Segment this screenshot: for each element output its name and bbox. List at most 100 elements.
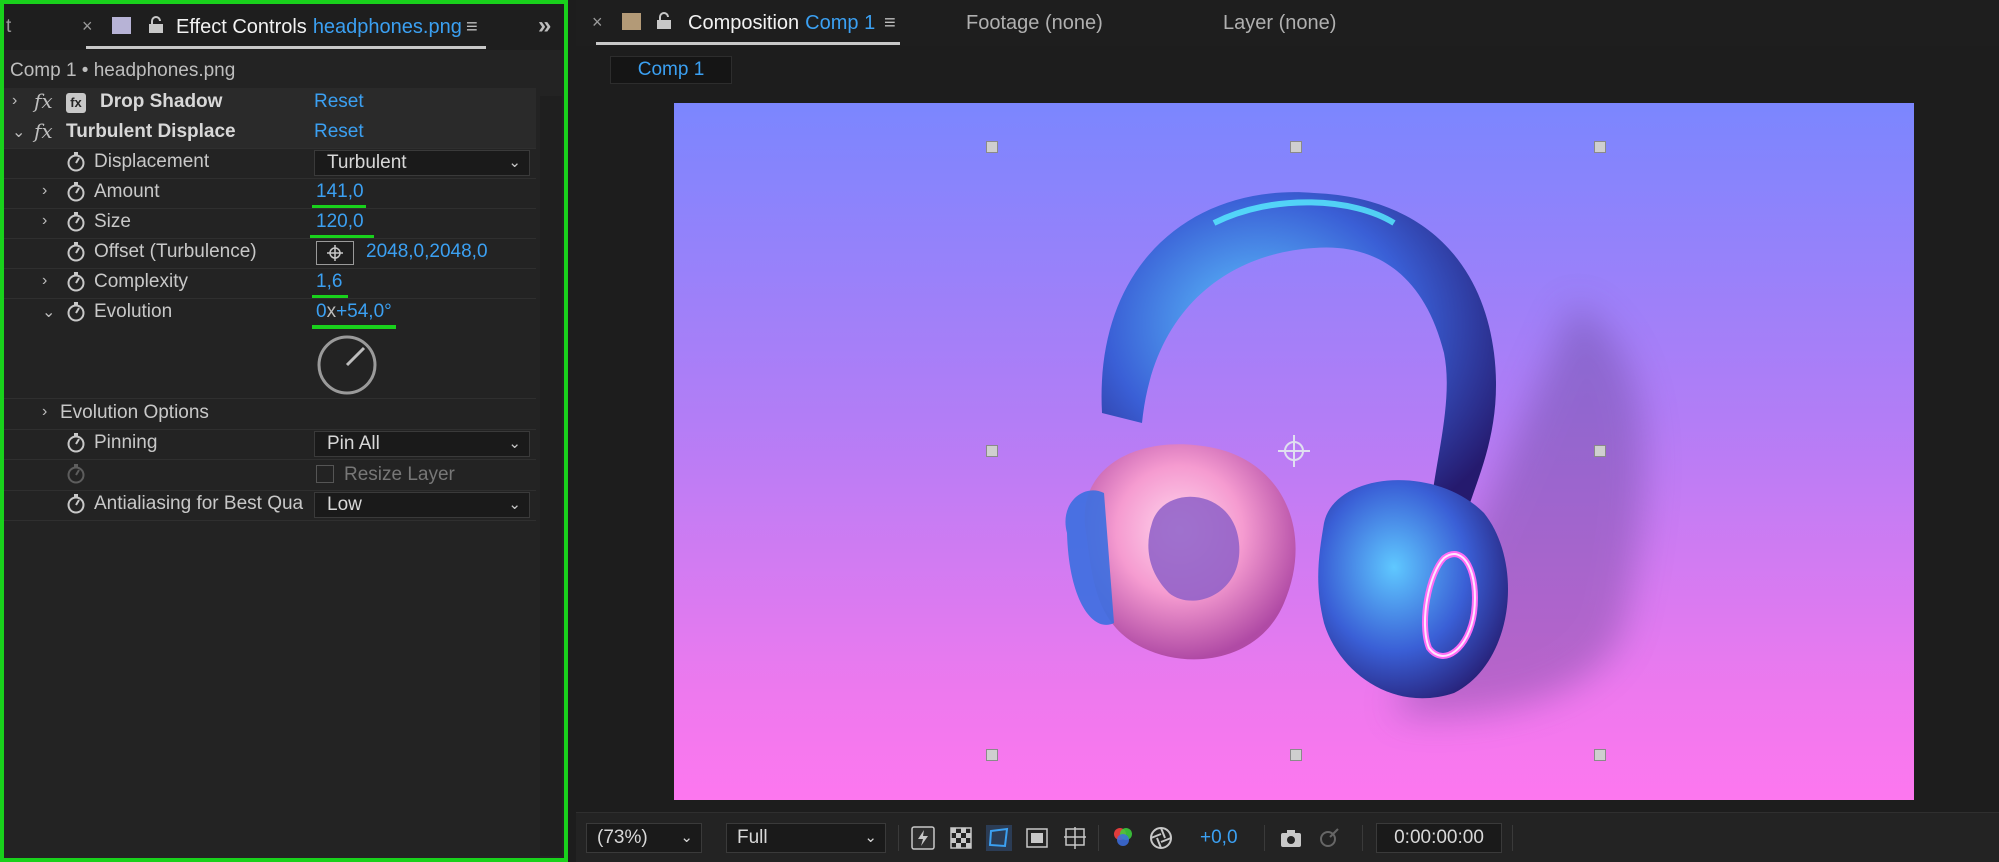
show-snapshot-icon[interactable]	[1316, 825, 1342, 851]
property-label: Amount	[94, 181, 160, 202]
viewer-toolbar: (73%) ⌄ Full ⌄ +0,0 0:00:00:00	[576, 812, 1999, 862]
current-time-display[interactable]: 0:00:00:00	[1376, 823, 1502, 853]
lock-icon[interactable]	[148, 16, 164, 39]
fx-icon[interactable]: fx	[34, 89, 53, 113]
more-panels-icon[interactable]: »	[538, 12, 551, 40]
comp-breadcrumb-button[interactable]: Comp 1	[610, 56, 732, 84]
chevron-down-icon: ⌄	[508, 435, 521, 452]
stopwatch-icon[interactable]	[66, 302, 86, 322]
panel-menu-icon[interactable]: ≡	[884, 12, 896, 35]
dropdown-value: Full	[737, 827, 768, 848]
transform-handle[interactable]	[1290, 141, 1302, 153]
evolution-dial[interactable]	[316, 334, 378, 396]
amount-value[interactable]: 141,0	[316, 181, 364, 203]
property-label: Complexity	[94, 271, 188, 292]
effect-controls-tab[interactable]: Effect Controls headphones.png	[176, 16, 462, 39]
effect-controls-title: Effect Controls	[176, 16, 307, 38]
comp-color-swatch	[622, 13, 641, 30]
stopwatch-icon	[66, 464, 86, 484]
stopwatch-icon[interactable]	[66, 272, 86, 292]
effect-row-drop-shadow[interactable]: › fx fx Drop Shadow Reset	[4, 88, 536, 118]
property-displacement: Displacement Turbulent ⌄	[4, 148, 536, 178]
grid-guides-icon[interactable]	[1062, 825, 1088, 851]
panel-scrollbar[interactable]	[540, 96, 562, 856]
chevron-right-icon[interactable]: ›	[42, 212, 56, 232]
property-group-evolution-options[interactable]: › Evolution Options	[4, 399, 536, 429]
magnification-dropdown[interactable]: (73%) ⌄	[586, 823, 702, 853]
tab-footage[interactable]: Footage (none)	[966, 12, 1103, 35]
transform-handle[interactable]	[1594, 445, 1606, 457]
composition-panel: × Composition Comp 1 ≡ Footage (none) Lay…	[576, 0, 1999, 862]
composition-viewer[interactable]	[588, 96, 1988, 812]
fx-icon[interactable]: fx	[34, 119, 53, 143]
divider	[1098, 825, 1099, 851]
transform-handle[interactable]	[1594, 749, 1606, 761]
composition-name: Comp 1	[805, 12, 876, 34]
transform-handle[interactable]	[986, 749, 998, 761]
exposure-reset-icon[interactable]	[1148, 825, 1174, 851]
transparency-grid-icon[interactable]	[948, 825, 974, 851]
transform-handle[interactable]	[986, 141, 998, 153]
chevron-down-icon: ⌄	[680, 829, 693, 846]
dropdown-value: (73%)	[597, 827, 648, 848]
stopwatch-icon[interactable]	[66, 494, 86, 514]
chevron-down-icon: ⌄	[508, 154, 521, 171]
composition-tab-bar: × Composition Comp 1 ≡ Footage (none) Lay…	[576, 0, 1999, 46]
evolution-revolutions: 0	[316, 301, 327, 322]
truncated-tab-label[interactable]: t	[6, 16, 11, 38]
tab-layer[interactable]: Layer (none)	[1223, 12, 1336, 35]
resize-layer-checkbox[interactable]	[316, 465, 334, 483]
region-of-interest-icon[interactable]	[1024, 825, 1050, 851]
transform-handle[interactable]	[1290, 749, 1302, 761]
divider	[4, 520, 536, 521]
camera-snapshot-icon[interactable]	[1278, 825, 1304, 851]
stopwatch-icon[interactable]	[66, 433, 86, 453]
mask-path-visibility-icon[interactable]	[986, 825, 1012, 851]
close-icon[interactable]: ×	[592, 12, 603, 33]
composition-tab[interactable]: Composition Comp 1	[688, 12, 875, 35]
composition-title: Composition	[688, 12, 800, 34]
complexity-value[interactable]: 1,6	[316, 271, 342, 293]
stopwatch-icon[interactable]	[66, 152, 86, 172]
reset-link[interactable]: Reset	[314, 91, 364, 113]
evolution-value[interactable]: 0x+54,0°	[316, 301, 392, 323]
lock-icon[interactable]	[656, 12, 672, 35]
displacement-dropdown[interactable]: Turbulent ⌄	[314, 150, 530, 176]
reset-link[interactable]: Reset	[314, 121, 364, 143]
property-offset: Offset (Turbulence) 2048,0,2048,0	[4, 238, 536, 268]
effect-badge-icon: fx	[66, 93, 86, 113]
stopwatch-icon[interactable]	[66, 182, 86, 202]
chevron-down-icon[interactable]: ⌄	[12, 122, 26, 142]
resolution-dropdown[interactable]: Full ⌄	[726, 823, 886, 853]
chevron-down-icon: ⌄	[508, 496, 521, 513]
property-label: Displacement	[94, 151, 210, 172]
chevron-right-icon[interactable]: ›	[42, 182, 56, 202]
panel-menu-icon[interactable]: ≡	[466, 16, 478, 39]
stopwatch-icon[interactable]	[66, 212, 86, 232]
channels-icon[interactable]	[1110, 825, 1136, 851]
size-value[interactable]: 120,0	[316, 211, 364, 233]
effect-row-turbulent-displace[interactable]: ⌄ fx Turbulent Displace Reset	[4, 118, 536, 148]
offset-value[interactable]: 2048,0,2048,0	[366, 241, 488, 263]
effect-name: Turbulent Displace	[66, 121, 236, 142]
chevron-right-icon[interactable]: ›	[42, 272, 56, 292]
transform-handle[interactable]	[986, 445, 998, 457]
chevron-right-icon[interactable]: ›	[12, 92, 26, 112]
pinning-dropdown[interactable]: Pin All ⌄	[314, 431, 530, 457]
divider	[1264, 825, 1265, 851]
exposure-value[interactable]: +0,0	[1200, 827, 1238, 849]
effect-controls-file: headphones.png	[312, 16, 462, 38]
headphones-artwork	[1065, 192, 1645, 716]
point-crosshair-button[interactable]	[316, 241, 354, 265]
antialiasing-dropdown[interactable]: Low ⌄	[314, 492, 530, 518]
chevron-right-icon[interactable]: ›	[42, 403, 56, 423]
property-label: Offset (Turbulence)	[94, 241, 257, 262]
composition-canvas[interactable]	[674, 103, 1914, 800]
close-icon[interactable]: ×	[82, 16, 93, 37]
chevron-down-icon[interactable]: ⌄	[42, 302, 56, 322]
property-antialiasing: Antialiasing for Best Qua Low ⌄	[4, 490, 536, 520]
stopwatch-icon[interactable]	[66, 242, 86, 262]
property-label: Evolution	[94, 301, 173, 322]
fast-previews-icon[interactable]	[910, 825, 936, 851]
transform-handle[interactable]	[1594, 141, 1606, 153]
